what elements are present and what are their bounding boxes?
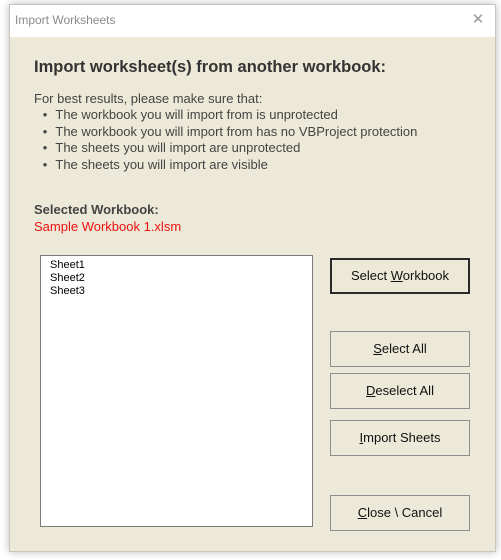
dialog-heading: Import worksheet(s) from another workboo… <box>34 58 387 76</box>
deselect-all-button[interactable]: Deselect All <box>330 373 470 409</box>
close-cancel-button[interactable]: Close \ Cancel <box>330 495 470 531</box>
selected-workbook-label: Selected Workbook: <box>34 202 159 217</box>
requirements-list: • The workbook you will import from is u… <box>34 107 418 174</box>
selected-workbook-value: Sample Workbook 1.xlsm <box>34 219 182 234</box>
sheet-list-item[interactable]: Sheet2 <box>50 272 312 285</box>
bullet-icon: • <box>42 123 48 139</box>
requirement-text: The workbook you will import from has no… <box>55 123 418 139</box>
requirement-item: • The sheets you will import are unprote… <box>34 140 417 157</box>
select-workbook-button[interactable]: Select Workbook <box>330 258 470 294</box>
intro-text: For best results, please make sure that: <box>34 91 263 106</box>
title-bar: Import Worksheets ✕ <box>10 5 495 37</box>
import-sheets-button[interactable]: Import Sheets <box>330 420 470 456</box>
window-title: Import Worksheets <box>15 13 116 27</box>
accelerator-key: C <box>357 505 368 520</box>
requirement-item: • The workbook you will import from is u… <box>34 107 417 124</box>
requirement-text: The sheets you will import are visible <box>55 156 268 172</box>
sheet-list-item[interactable]: Sheet3 <box>50 285 312 298</box>
bullet-icon: • <box>42 107 48 122</box>
requirement-item: • The workbook you will import from has … <box>34 123 418 141</box>
accelerator-key: S <box>373 341 382 356</box>
bullet-icon: • <box>42 156 48 172</box>
requirement-text: The workbook you will import from is unp… <box>55 107 338 122</box>
sheets-listbox[interactable]: Sheet1 Sheet2 Sheet3 <box>40 255 313 527</box>
accelerator-key: W <box>390 268 403 283</box>
button-label-text: orkbook <box>402 268 450 283</box>
requirement-item: • The sheets you will import are visible <box>34 157 417 174</box>
sheet-list-item[interactable]: Sheet1 <box>50 259 312 272</box>
button-label-text: eselect All <box>375 383 434 398</box>
import-worksheets-dialog: Import Worksheets ✕ Import worksheet(s) … <box>9 4 496 552</box>
bullet-icon: • <box>42 140 48 155</box>
close-icon[interactable]: ✕ <box>467 9 489 31</box>
button-label-text: Select <box>350 268 391 283</box>
requirement-text: The sheets you will import are unprotect… <box>55 140 301 155</box>
button-label-text: elect All <box>381 341 427 356</box>
accelerator-key: D <box>366 383 376 398</box>
button-label-text: mport Sheets <box>363 430 441 445</box>
button-label-text: lose \ Cancel <box>367 505 443 520</box>
select-all-button[interactable]: Select All <box>330 331 470 367</box>
